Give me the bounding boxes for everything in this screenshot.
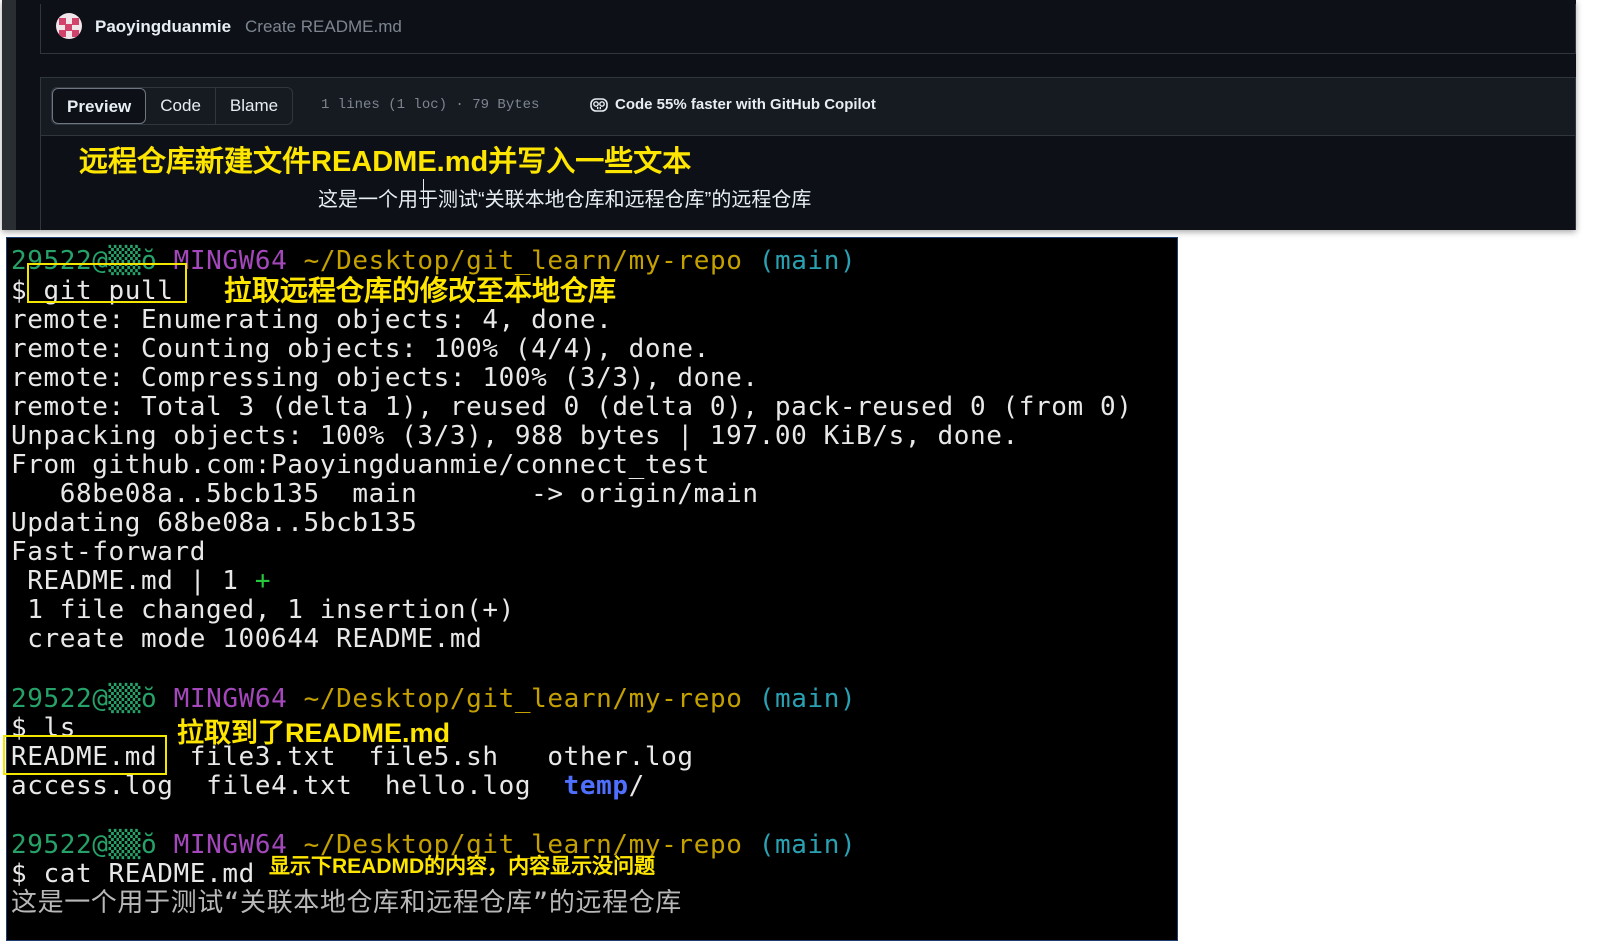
tab-blame[interactable]: Blame bbox=[216, 88, 292, 124]
annotation-cat: 显示下READMD的内容，内容显示没问题 bbox=[269, 855, 656, 878]
commit-message-link[interactable]: Create README.md bbox=[245, 17, 402, 37]
output-line: 68be08a..5bcb135 main -> origin/main bbox=[11, 479, 759, 509]
file-header: Preview Code Blame 1 lines (1 loc) · 79 … bbox=[41, 78, 1575, 136]
prompt-line: 29522@▒▒ŏ MINGW64 ~/Desktop/git_learn/my… bbox=[11, 684, 857, 714]
avatar[interactable] bbox=[56, 13, 82, 39]
annotation-remote-create: 远程仓库新建文件README.md并写入一些文本 bbox=[79, 146, 692, 178]
output-line: remote: Total 3 (delta 1), reused 0 (del… bbox=[11, 392, 1133, 422]
terminal-window[interactable]: 29522@▒▒ŏ MINGW64 ~/Desktop/git_learn/my… bbox=[3, 237, 1178, 941]
left-strip bbox=[2, 0, 16, 230]
github-file-panel: Paoyingduanmie Create README.md Preview … bbox=[2, 0, 1576, 230]
copilot-text: Code 55% faster with GitHub Copilot bbox=[615, 95, 876, 113]
output-line: remote: Enumerating objects: 4, done. bbox=[11, 305, 613, 335]
highlight-box-readme bbox=[3, 735, 167, 775]
ls-row: access.log file4.txt hello.log temp/ bbox=[11, 771, 645, 801]
tab-preview[interactable]: Preview bbox=[52, 88, 147, 124]
annotation-git-pull: 拉取远程仓库的修改至本地仓库 bbox=[224, 275, 617, 306]
output-line: create mode 100644 README.md bbox=[11, 624, 483, 654]
copilot-icon bbox=[590, 98, 608, 112]
output-line: Fast-forward bbox=[11, 537, 207, 567]
cat-output: 这是一个用于测试“关联本地仓库和远程仓库”的远程仓库 bbox=[11, 888, 682, 918]
highlight-box-git-pull bbox=[27, 263, 187, 303]
output-line: remote: Compressing objects: 100% (3/3),… bbox=[11, 363, 759, 393]
command-cat: cat README.md bbox=[43, 859, 255, 889]
output-line: Unpacking objects: 100% (3/3), 988 bytes… bbox=[11, 421, 1019, 451]
diffstat-line: README.md | 1 + bbox=[11, 566, 272, 596]
tab-code[interactable]: Code bbox=[146, 88, 216, 124]
annotation-ls: 拉取到了README.md bbox=[177, 718, 451, 748]
output-line: 1 file changed, 1 insertion(+) bbox=[11, 595, 515, 625]
readme-rendered-text: 这是一个用于测试“关联本地仓库和远程仓库”的远程仓库 bbox=[318, 189, 812, 211]
copilot-promo[interactable]: Code 55% faster with GitHub Copilot bbox=[589, 95, 876, 113]
view-mode-segmented-control: Preview Code Blame bbox=[51, 87, 294, 125]
file-meta: 1 lines (1 loc) · 79 Bytes bbox=[321, 97, 540, 113]
output-line: Updating 68be08a..5bcb135 bbox=[11, 508, 418, 538]
output-line: From github.com:Paoyingduanmie/connect_t… bbox=[11, 450, 710, 480]
text-cursor bbox=[423, 179, 424, 205]
commit-author-link[interactable]: Paoyingduanmie bbox=[95, 17, 231, 37]
command-line: $ cat README.md bbox=[11, 859, 255, 889]
output-line: remote: Counting objects: 100% (4/4), do… bbox=[11, 334, 710, 364]
